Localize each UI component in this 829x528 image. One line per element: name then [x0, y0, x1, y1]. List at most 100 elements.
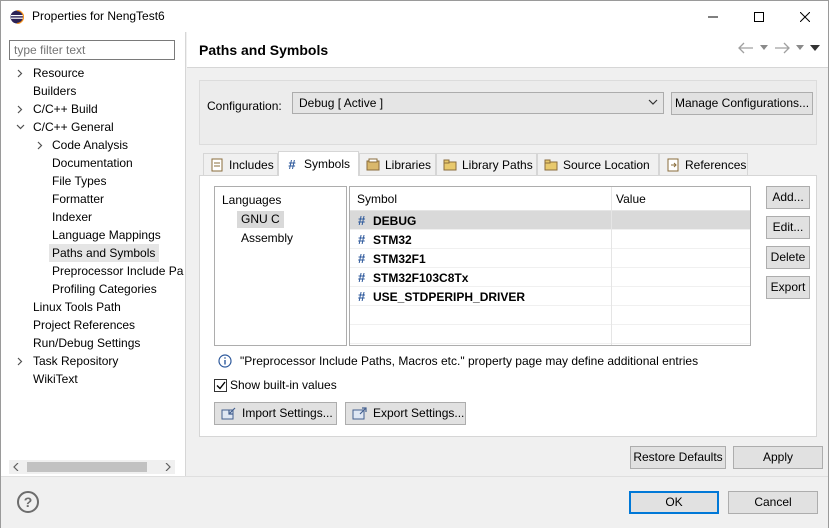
back-arrow-icon[interactable]: [738, 42, 754, 54]
close-icon: [800, 11, 810, 22]
tab-symbols[interactable]: # Symbols: [278, 151, 359, 176]
symbol-name: STM32F1: [373, 252, 426, 266]
column-header-symbol[interactable]: Symbol: [357, 192, 397, 206]
add-button[interactable]: Add...: [766, 186, 810, 209]
references-icon: [666, 158, 680, 172]
restore-defaults-button[interactable]: Restore Defaults: [630, 446, 726, 469]
source-folder-icon: [544, 158, 558, 172]
table-row[interactable]: # STM32F103C8Tx: [350, 268, 750, 287]
tree-item[interactable]: Paths and Symbols: [49, 244, 160, 262]
tree-item[interactable]: File Types: [49, 172, 106, 190]
languages-list[interactable]: Languages GNU C Assembly: [214, 186, 347, 346]
minimize-button[interactable]: [690, 1, 736, 32]
configuration-value: Debug [ Active ]: [299, 96, 384, 110]
tree-item[interactable]: Documentation: [49, 154, 133, 172]
libraries-icon: [366, 158, 380, 172]
checkbox-box[interactable]: [214, 378, 227, 392]
library-paths-icon: [443, 158, 457, 172]
symbol-name: STM32: [373, 233, 412, 247]
symbol-name: DEBUG: [373, 214, 417, 228]
table-row[interactable]: # USE_STDPERIPH_DRIVER: [350, 287, 750, 306]
tab-libraries[interactable]: Libraries: [359, 153, 436, 175]
cancel-button[interactable]: Cancel: [728, 491, 818, 514]
collapsed-chevron-icon[interactable]: [35, 136, 45, 154]
close-button[interactable]: [782, 1, 828, 32]
manage-configurations-button[interactable]: Manage Configurations...: [671, 92, 813, 115]
tree-item[interactable]: Formatter: [49, 190, 104, 208]
tree-item[interactable]: Profiling Categories: [49, 280, 157, 298]
collapsed-chevron-icon[interactable]: [15, 352, 25, 370]
forward-menu-chevron-icon[interactable]: [796, 45, 804, 51]
forward-arrow-icon[interactable]: [774, 42, 790, 54]
property-navigation-pane: ResourceBuildersC/C++ BuildC/C++ General…: [1, 32, 186, 476]
language-item-gnu-c[interactable]: GNU C: [237, 211, 284, 228]
export-settings-button[interactable]: Export Settings...: [345, 402, 466, 425]
tab-includes[interactable]: Includes: [203, 153, 278, 175]
table-row[interactable]: # STM32: [350, 230, 750, 249]
dialog-button-bar: ? OK Cancel: [1, 476, 828, 528]
tree-item[interactable]: Run/Debug Settings: [30, 334, 140, 352]
tree-item[interactable]: Project References: [30, 316, 135, 334]
table-row[interactable]: [350, 306, 750, 325]
show-builtin-checkbox[interactable]: Show built-in values: [214, 378, 337, 392]
apply-button[interactable]: Apply: [733, 446, 823, 469]
tree-item[interactable]: Task Repository: [30, 352, 118, 370]
tree-item[interactable]: C/C++ General: [30, 118, 114, 136]
edit-button[interactable]: Edit...: [766, 216, 810, 239]
symbols-table[interactable]: Symbol Value # DEBUG # STM32 # STM32F1 # STM32F…: [349, 186, 751, 346]
back-menu-chevron-icon[interactable]: [760, 45, 768, 51]
tree-item[interactable]: Linux Tools Path: [30, 298, 121, 316]
export-settings-icon: [352, 406, 367, 419]
ok-button[interactable]: OK: [629, 491, 719, 514]
import-settings-button[interactable]: Import Settings...: [214, 402, 337, 425]
chevron-down-icon: [648, 99, 658, 105]
properties-dialog: Properties for NengTest6 ResourceBuilder…: [0, 0, 829, 528]
filter-input[interactable]: [9, 40, 175, 60]
export-button[interactable]: Export: [766, 276, 810, 299]
language-item-assembly[interactable]: Assembly: [237, 230, 297, 247]
maximize-button[interactable]: [736, 1, 782, 32]
tab-source-location[interactable]: Source Location: [537, 153, 659, 175]
tab-references[interactable]: References: [659, 153, 748, 175]
tree-item[interactable]: Resource: [30, 64, 84, 82]
page-navigation: [738, 42, 820, 54]
hash-icon: #: [358, 270, 366, 285]
tree-item[interactable]: Indexer: [49, 208, 92, 226]
expanded-chevron-icon[interactable]: [15, 118, 25, 136]
tree-item[interactable]: Code Analysis: [49, 136, 128, 154]
includes-icon: [210, 158, 224, 172]
title-bar: Properties for NengTest6: [1, 1, 828, 32]
configuration-label: Configuration:: [207, 99, 282, 113]
info-icon: [218, 354, 232, 368]
table-row[interactable]: [350, 325, 750, 344]
view-menu-icon[interactable]: [810, 44, 820, 52]
hash-icon: #: [288, 156, 296, 172]
tree-item[interactable]: Preprocessor Include Pa: [49, 262, 183, 280]
symbols-tab-content: Languages GNU C Assembly Symbol Value # D…: [199, 175, 817, 437]
delete-button[interactable]: Delete: [766, 246, 810, 269]
hash-icon: #: [358, 232, 366, 247]
column-header-value[interactable]: Value: [616, 192, 646, 206]
table-row[interactable]: # DEBUG: [350, 211, 750, 230]
tree-item[interactable]: WikiText: [30, 370, 78, 388]
tree-item[interactable]: Builders: [30, 82, 76, 100]
scroll-thumb[interactable]: [27, 462, 147, 472]
tab-library-paths[interactable]: Library Paths: [436, 153, 537, 175]
column-divider: [611, 187, 612, 345]
tree-item[interactable]: Language Mappings: [49, 226, 161, 244]
tree-item[interactable]: C/C++ Build: [30, 100, 98, 118]
scroll-right-icon[interactable]: [161, 460, 175, 474]
table-row[interactable]: # STM32F1: [350, 249, 750, 268]
import-settings-icon: [221, 407, 236, 419]
hash-icon: #: [358, 289, 366, 304]
collapsed-chevron-icon[interactable]: [15, 100, 25, 118]
configuration-select[interactable]: Debug [ Active ]: [292, 92, 664, 114]
scroll-left-icon[interactable]: [9, 460, 23, 474]
collapsed-chevron-icon[interactable]: [15, 64, 25, 82]
horizontal-scrollbar[interactable]: [9, 460, 175, 474]
languages-header: Languages: [222, 193, 282, 207]
page-title: Paths and Symbols: [199, 42, 329, 58]
window-title: Properties for NengTest6: [32, 9, 165, 23]
help-icon[interactable]: ?: [17, 491, 39, 513]
symbol-name: STM32F103C8Tx: [373, 271, 469, 285]
